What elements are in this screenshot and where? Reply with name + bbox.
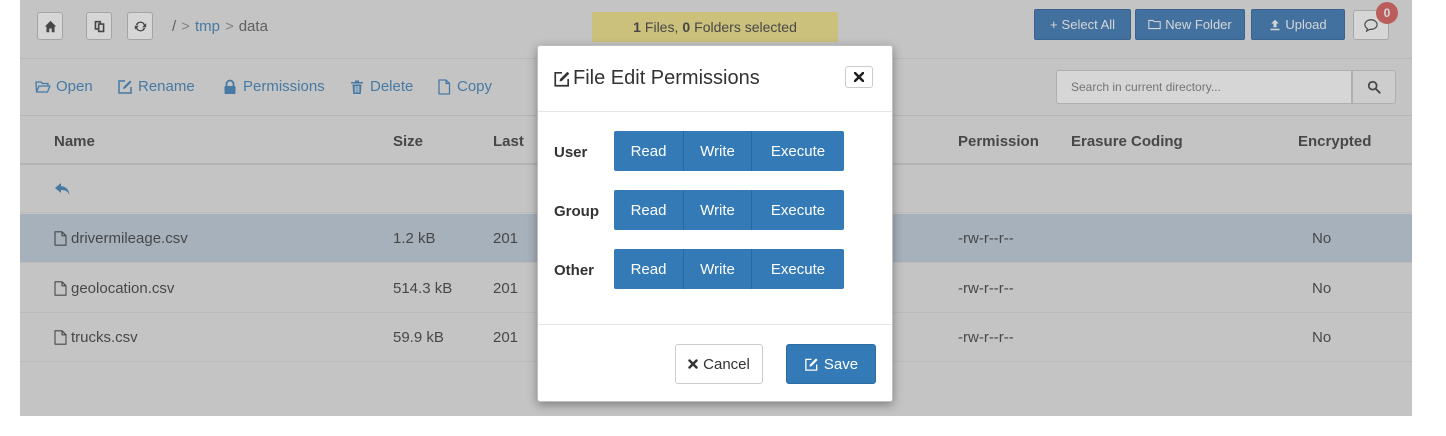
user-read-toggle[interactable]: Read xyxy=(614,131,684,171)
permission-label: User xyxy=(554,144,588,161)
permission-row-user: User Read Write Execute xyxy=(538,131,892,171)
save-button[interactable]: Save xyxy=(786,344,876,384)
modal-footer: Cancel Save xyxy=(538,324,892,402)
permission-row-other: Other Read Write Execute xyxy=(538,249,892,289)
other-execute-toggle[interactable]: Execute xyxy=(752,249,844,289)
user-write-toggle[interactable]: Write xyxy=(684,131,752,171)
user-execute-toggle[interactable]: Execute xyxy=(752,131,844,171)
permission-label: Group xyxy=(554,203,599,220)
permission-row-group: Group Read Write Execute xyxy=(538,190,892,230)
close-icon xyxy=(688,359,698,369)
other-read-toggle[interactable]: Read xyxy=(614,249,684,289)
permission-toggle-group: Read Write Execute xyxy=(614,249,844,289)
other-write-toggle[interactable]: Write xyxy=(684,249,752,289)
edit-icon xyxy=(805,357,818,371)
permission-label: Other xyxy=(554,262,595,279)
permissions-modal: File Edit Permissions User Read Write Ex… xyxy=(537,45,893,402)
file-browser: / > tmp > data 1 Files, 0 Folders selected + Sel… xyxy=(20,0,1412,416)
cancel-button[interactable]: Cancel xyxy=(675,344,763,384)
group-read-toggle[interactable]: Read xyxy=(614,190,684,230)
modal-title: File Edit Permissions xyxy=(553,67,760,90)
group-execute-toggle[interactable]: Execute xyxy=(752,190,844,230)
permission-toggle-group: Read Write Execute xyxy=(614,190,844,230)
close-button[interactable] xyxy=(845,66,873,88)
edit-icon xyxy=(554,71,570,87)
close-icon xyxy=(854,72,864,82)
permission-toggle-group: Read Write Execute xyxy=(614,131,844,171)
group-write-toggle[interactable]: Write xyxy=(684,190,752,230)
modal-header: File Edit Permissions xyxy=(538,46,892,112)
